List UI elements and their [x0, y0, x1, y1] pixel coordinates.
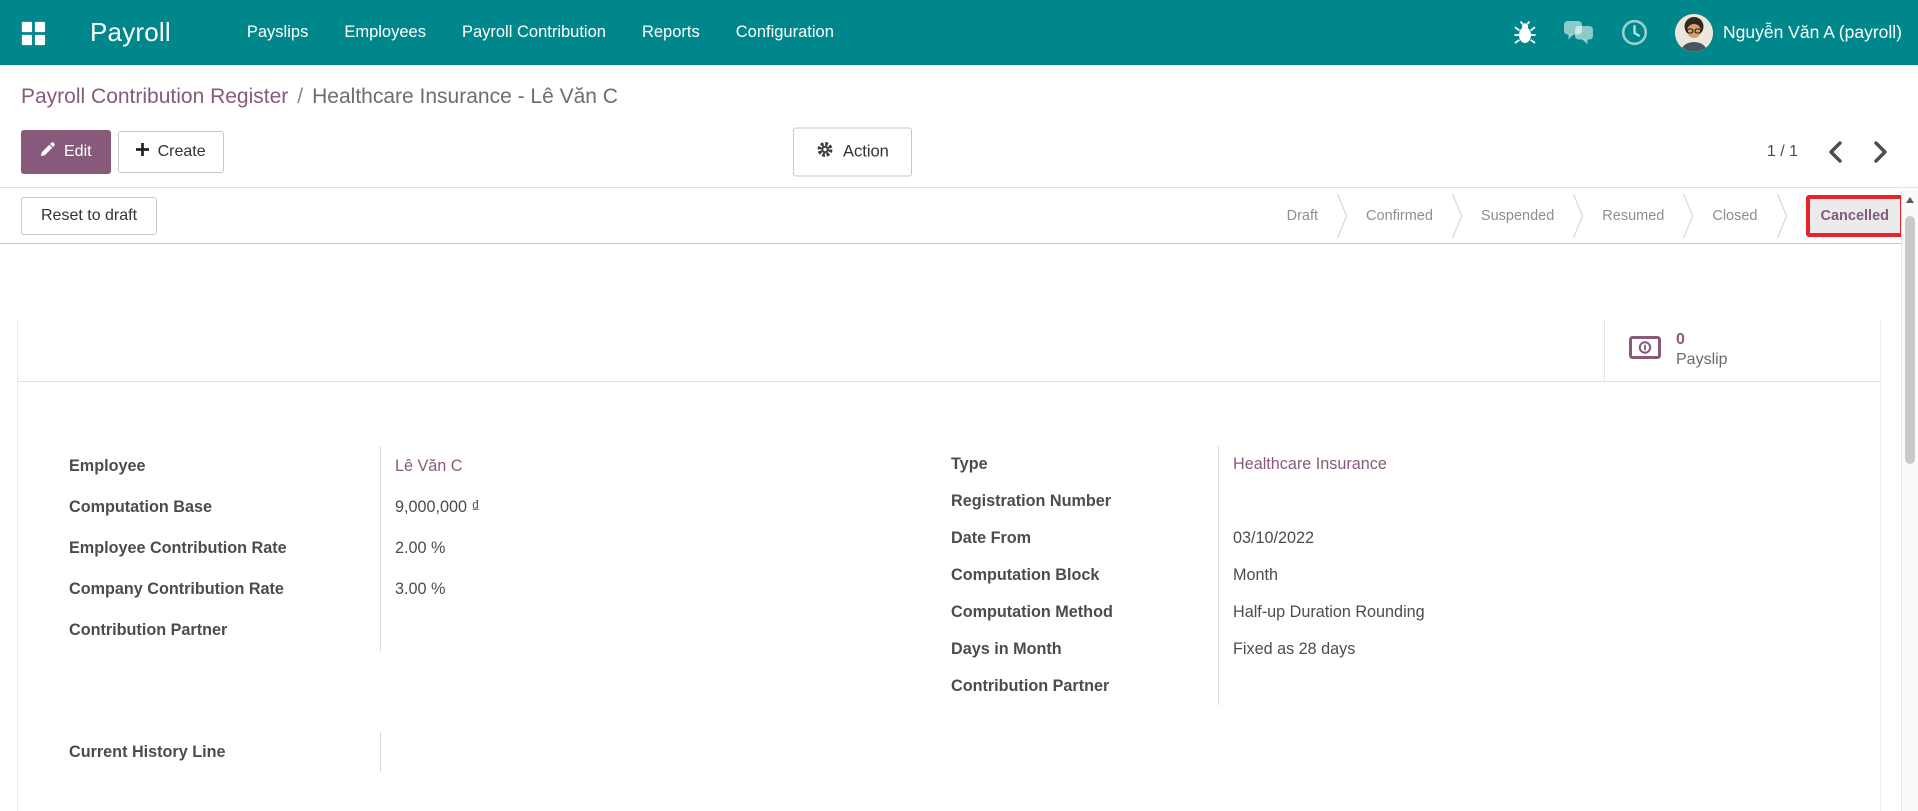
field-value-computation-block: Month: [1219, 566, 1278, 585]
bug-icon[interactable]: [1514, 21, 1536, 45]
field-value-computation-method: Half-up Duration Rounding: [1219, 603, 1425, 622]
menu-configuration[interactable]: Configuration: [736, 23, 834, 42]
field-value-type[interactable]: Healthcare Insurance: [1219, 455, 1387, 474]
step-chevron-icon: [1336, 191, 1348, 241]
form-sheet: 0 Payslip Employee Lê Văn C Computation …: [17, 319, 1881, 811]
payroll-contribution-form-page: Payroll Payslips Employees Payroll Contr…: [0, 0, 1918, 811]
statusbar: Reset to draft Draft Confirmed Suspended…: [0, 187, 1918, 244]
field-row: Date From 03/10/2022: [941, 520, 1861, 557]
field-label-computation-block: Computation Block: [941, 557, 1219, 594]
field-label-employee: Employee: [56, 446, 381, 487]
field-row: Computation Base 9,000,000 ₫: [56, 487, 906, 528]
field-label-computation-base: Computation Base: [56, 487, 381, 528]
field-value-computation-base: 9,000,000 ₫: [381, 498, 480, 517]
payslip-count: 0: [1676, 330, 1728, 350]
field-group-left: Employee Lê Văn C Computation Base 9,000…: [56, 446, 906, 705]
chat-bubbles-icon[interactable]: [1563, 19, 1594, 46]
status-step-resumed[interactable]: Resumed: [1602, 208, 1664, 224]
top-navbar: Payroll Payslips Employees Payroll Contr…: [0, 0, 1918, 65]
breadcrumb-parent-link[interactable]: Payroll Contribution Register: [21, 85, 288, 108]
field-value-date-from: 03/10/2022: [1219, 529, 1314, 548]
pencil-icon: [40, 142, 55, 162]
edit-button-label: Edit: [64, 143, 92, 161]
vertical-scrollbar[interactable]: [1901, 190, 1918, 811]
chevron-right-icon[interactable]: [1873, 141, 1888, 163]
field-row: Registration Number: [941, 483, 1861, 520]
status-step-cancelled-active[interactable]: Cancelled: [1810, 199, 1901, 233]
button-box: 0 Payslip: [18, 319, 1880, 382]
step-chevron-icon: [1572, 191, 1584, 241]
field-label-employee-contribution-rate: Employee Contribution Rate: [56, 528, 381, 569]
money-icon: [1629, 336, 1661, 364]
status-step-suspended[interactable]: Suspended: [1481, 208, 1554, 224]
breadcrumb: Payroll Contribution Register / Healthcare…: [0, 65, 1918, 117]
create-button-label: Create: [158, 143, 206, 161]
field-label-computation-method: Computation Method: [941, 594, 1219, 631]
status-steps: Draft Confirmed Suspended Resumed Closed…: [1287, 191, 1904, 241]
avatar: [1675, 14, 1713, 52]
field-label-type: Type: [941, 446, 1219, 483]
main-menu: Payslips Employees Payroll Contribution …: [247, 23, 834, 42]
field-label-company-contribution-rate: Company Contribution Rate: [56, 569, 381, 610]
payslip-stat-button[interactable]: 0 Payslip: [1604, 319, 1880, 381]
current-history-line-row: Current History Line: [56, 732, 906, 772]
field-row: Computation Block Month: [941, 557, 1861, 594]
field-row: Employee Contribution Rate 2.00 %: [56, 528, 906, 569]
field-value-employee[interactable]: Lê Văn C: [381, 457, 463, 476]
field-group-right: Type Healthcare Insurance Registration N…: [941, 446, 1861, 705]
field-label-contribution-partner: Contribution Partner: [56, 610, 381, 651]
breadcrumb-separator: /: [297, 85, 303, 108]
field-value-company-contribution-rate: 3.00 %: [381, 580, 445, 599]
field-label-date-from: Date From: [941, 520, 1219, 557]
step-chevron-icon: [1682, 191, 1694, 241]
action-button[interactable]: Action: [793, 128, 912, 177]
edit-button[interactable]: Edit: [21, 130, 111, 174]
gear-icon: [816, 141, 834, 164]
status-step-draft[interactable]: Draft: [1287, 208, 1318, 224]
chevron-left-icon[interactable]: [1828, 141, 1843, 163]
breadcrumb-current: Healthcare Insurance - Lê Văn C: [312, 85, 618, 108]
create-button[interactable]: Create: [118, 131, 224, 173]
topbar-systray: Nguyễn Văn A (payroll): [1514, 14, 1918, 52]
field-row: Company Contribution Rate 3.00 %: [56, 569, 906, 610]
user-name: Nguyễn Văn A (payroll): [1723, 22, 1902, 43]
plus-icon: [136, 143, 149, 161]
pager-value: 1 / 1: [1767, 143, 1798, 161]
user-menu[interactable]: Nguyễn Văn A (payroll): [1675, 14, 1902, 52]
field-value-days-in-month: Fixed as 28 days: [1219, 640, 1355, 659]
app-title[interactable]: Payroll: [90, 17, 171, 48]
field-row: Contribution Partner: [941, 668, 1861, 705]
pager: 1 / 1: [1767, 141, 1918, 163]
menu-payslips[interactable]: Payslips: [247, 23, 308, 42]
form-fields: Employee Lê Văn C Computation Base 9,000…: [18, 446, 1880, 705]
step-chevron-icon: [1776, 191, 1788, 241]
status-step-confirmed[interactable]: Confirmed: [1366, 208, 1433, 224]
action-button-label: Action: [843, 143, 889, 162]
payslip-label: Payslip: [1676, 350, 1728, 370]
scrollbar-thumb[interactable]: [1905, 216, 1915, 464]
apps-grid-icon[interactable]: [18, 18, 48, 48]
field-label-days-in-month: Days in Month: [941, 631, 1219, 668]
field-row: Days in Month Fixed as 28 days: [941, 631, 1861, 668]
control-panel: Edit Create Action 1 / 1: [0, 117, 1918, 187]
scroll-up-arrow-icon[interactable]: [1902, 190, 1918, 209]
status-step-closed[interactable]: Closed: [1712, 208, 1757, 224]
menu-reports[interactable]: Reports: [642, 23, 700, 42]
field-row: Contribution Partner: [56, 610, 906, 651]
menu-employees[interactable]: Employees: [344, 23, 426, 42]
field-row: Type Healthcare Insurance: [941, 446, 1861, 483]
reset-to-draft-button[interactable]: Reset to draft: [21, 197, 157, 235]
step-chevron-icon: [1451, 191, 1463, 241]
clock-icon[interactable]: [1621, 19, 1648, 46]
field-row: Computation Method Half-up Duration Roun…: [941, 594, 1861, 631]
field-label-current-history-line: Current History Line: [56, 732, 381, 772]
field-label-contribution-partner-right: Contribution Partner: [941, 668, 1219, 705]
field-label-registration-number: Registration Number: [941, 483, 1219, 520]
menu-payroll-contribution[interactable]: Payroll Contribution: [462, 23, 606, 42]
field-value-employee-contribution-rate: 2.00 %: [381, 539, 445, 558]
annotation-highlight-box: Cancelled: [1806, 195, 1905, 237]
field-row: Employee Lê Văn C: [56, 446, 906, 487]
payslip-stat-text: 0 Payslip: [1676, 330, 1728, 370]
